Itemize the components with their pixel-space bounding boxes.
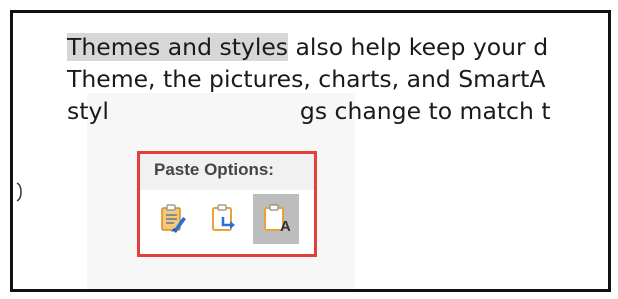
paste-options-header: Paste Options: [140, 154, 314, 190]
document-line-3[interactable]: styl gs change to match t [67, 95, 608, 127]
document-line-1[interactable]: Themes and styles also help keep your d [67, 31, 608, 63]
keep-source-formatting-icon [161, 204, 186, 233]
line-text: Theme, the pictures, charts, and SmartA [67, 65, 546, 93]
document-canvas[interactable]: Themes and styles also help keep your d … [45, 13, 608, 289]
line-text-end: gs change to match t [299, 97, 551, 125]
keep-text-only-label: A [280, 218, 290, 233]
line-text: also help keep your d [288, 33, 549, 61]
left-margin [13, 13, 45, 289]
text-cursor-icon [16, 182, 22, 202]
paste-options-title: Paste Options: [154, 160, 274, 179]
paste-options-popup: Paste Options: A [137, 151, 317, 257]
merge-formatting-icon [212, 204, 235, 231]
line-text-start: styl [67, 97, 109, 125]
keep-text-only-button[interactable]: A [253, 194, 299, 244]
merge-formatting-button[interactable] [201, 194, 247, 244]
document-body[interactable]: Themes and styles also help keep your d … [67, 31, 608, 127]
keep-text-only-icon: A [264, 204, 290, 233]
highlighted-text: Themes and styles [67, 33, 289, 61]
screenshot-frame: Themes and styles also help keep your d … [10, 10, 611, 292]
keep-source-formatting-button[interactable] [150, 194, 196, 244]
document-line-2[interactable]: Theme, the pictures, charts, and SmartA [67, 63, 608, 95]
